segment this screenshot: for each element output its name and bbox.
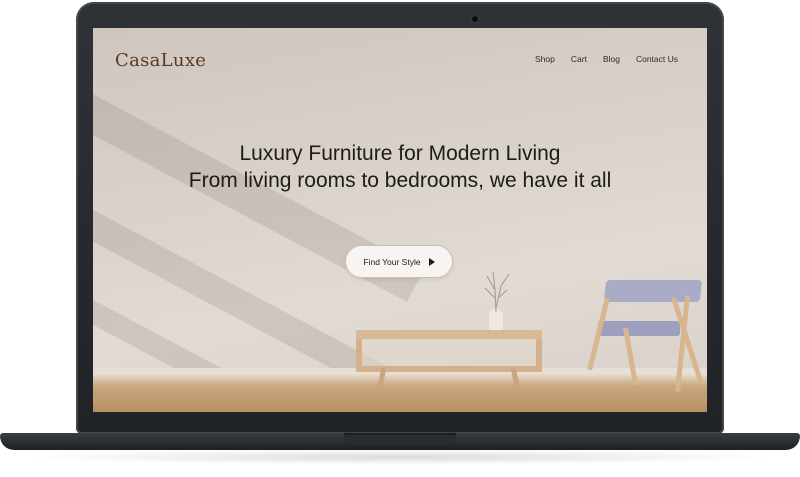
laptop-opening-notch xyxy=(344,433,456,442)
nav-contact-link[interactable]: Contact Us xyxy=(636,54,678,64)
cta-label: Find Your Style xyxy=(363,256,421,267)
nav-blog-link[interactable]: Blog xyxy=(603,54,620,64)
hero-headline: Luxury Furniture for Modern Living xyxy=(239,142,561,165)
nav-cart-link[interactable]: Cart xyxy=(571,54,587,64)
wood-floor xyxy=(93,374,707,412)
play-arrow-icon xyxy=(428,257,435,266)
site-logo[interactable]: CasaLuxe xyxy=(115,50,206,71)
hero-subheadline: From living rooms to bedrooms, we have i… xyxy=(188,169,612,192)
armchair-seat xyxy=(598,321,680,336)
webcam xyxy=(472,16,478,22)
hero-text: Luxury Furniture for Modern Living From … xyxy=(93,140,707,194)
website-screen: CasaLuxe Shop Cart Blog Contact Us Luxur… xyxy=(93,28,707,412)
nav-shop-link[interactable]: Shop xyxy=(535,54,555,64)
dried-branches-image xyxy=(484,271,510,312)
laptop-mockup: CasaLuxe Shop Cart Blog Contact Us Luxur… xyxy=(0,0,800,477)
vase-image xyxy=(489,309,503,331)
tv-console-image xyxy=(356,330,542,339)
find-your-style-button[interactable]: Find Your Style xyxy=(345,245,453,278)
main-nav: Shop Cart Blog Contact Us xyxy=(535,54,678,64)
laptop-shadow xyxy=(20,449,780,465)
